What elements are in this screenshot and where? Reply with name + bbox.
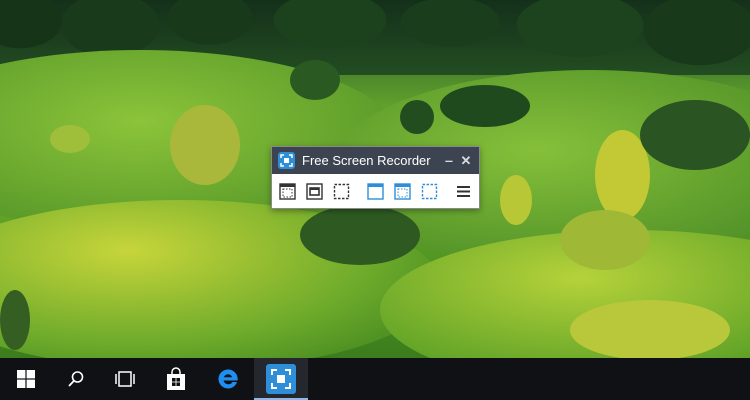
record-region-button[interactable]: [332, 182, 351, 201]
store-button[interactable]: [150, 358, 202, 400]
edge-button[interactable]: [202, 358, 254, 400]
window-frame-icon: [306, 182, 323, 200]
tree: [0, 290, 30, 350]
menu-button[interactable]: [454, 182, 473, 201]
hamburger-menu-icon: [457, 185, 470, 197]
dashed-rect-icon: [333, 183, 350, 199]
recorder-title: Free Screen Recorder: [302, 153, 431, 168]
close-icon[interactable]: ✕: [459, 153, 473, 168]
screenshot-region-button[interactable]: [420, 182, 439, 201]
tree: [290, 60, 340, 100]
record-window-button[interactable]: [305, 182, 324, 201]
tree: [300, 205, 420, 265]
taskbar: [0, 358, 750, 400]
tree: [400, 100, 434, 134]
screen-recorder-taskbar-button[interactable]: [254, 358, 308, 400]
store-bag-icon: [167, 367, 185, 390]
windows-logo-icon: [17, 370, 35, 388]
screenshot-window-button[interactable]: [366, 182, 385, 201]
recorder-title-bar[interactable]: Free Screen Recorder ‒ ✕: [272, 147, 479, 174]
record-fullscreen-button[interactable]: [278, 182, 297, 201]
tree: [170, 105, 240, 185]
task-view-icon: [115, 371, 135, 387]
screenshot-fullscreen-button[interactable]: [393, 182, 412, 201]
search-icon: [68, 371, 84, 387]
tree: [50, 125, 90, 153]
start-button[interactable]: [0, 358, 52, 400]
tree: [440, 85, 530, 127]
search-button[interactable]: [52, 358, 100, 400]
dotted-window-icon: [394, 182, 411, 200]
dotted-frame-icon: [279, 182, 296, 200]
window-icon: [367, 182, 384, 200]
tree: [500, 175, 532, 225]
tree: [560, 210, 650, 270]
screen-recorder-icon: [266, 364, 296, 394]
tree: [570, 300, 730, 358]
recorder-window[interactable]: Free Screen Recorder ‒ ✕: [271, 146, 480, 209]
tree: [640, 100, 750, 170]
dashed-rect-blue-icon: [421, 183, 438, 199]
edge-browser-icon: [218, 369, 238, 389]
task-view-button[interactable]: [100, 358, 150, 400]
minimize-icon[interactable]: ‒: [442, 153, 456, 168]
recorder-toolbar: [272, 174, 479, 208]
screen-recorder-app-icon: [278, 152, 295, 169]
